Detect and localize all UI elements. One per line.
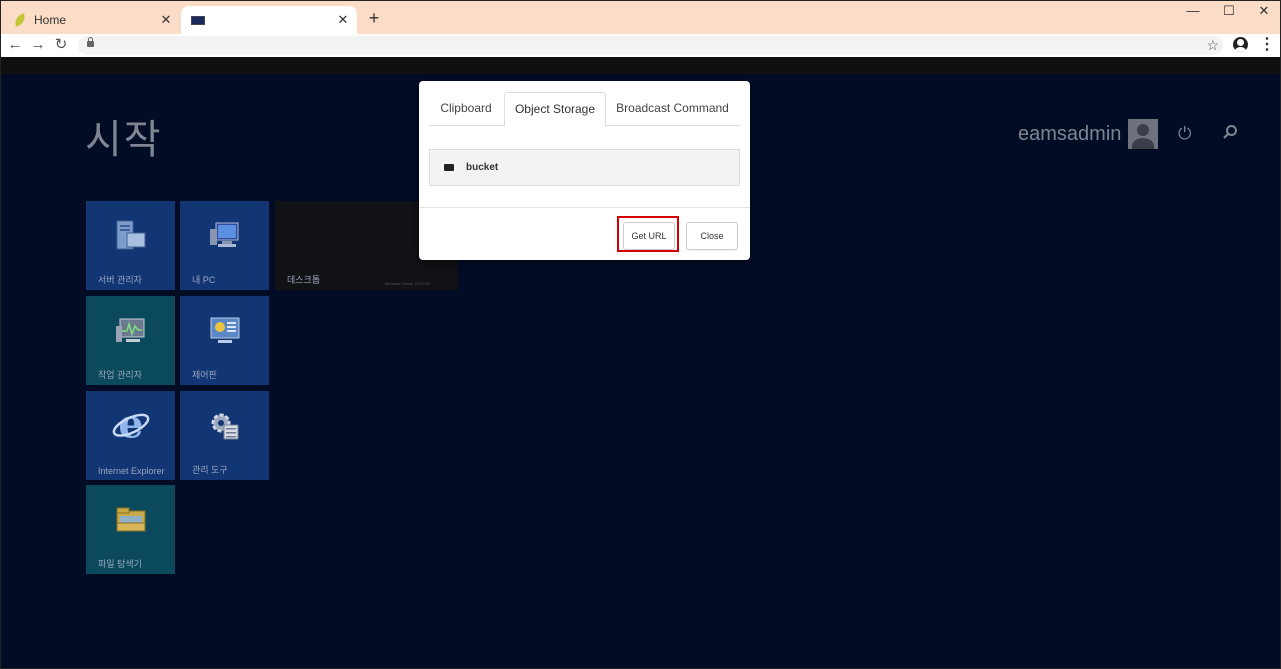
tile-label: 서버 관리자 bbox=[98, 275, 142, 285]
close-window-button[interactable]: ✕ bbox=[1246, 1, 1280, 21]
drive-icon bbox=[444, 164, 454, 171]
internet-explorer-icon: e bbox=[112, 403, 150, 445]
bookmark-star-icon[interactable]: ☆ bbox=[1206, 36, 1219, 55]
screen: Home ✕ ✕ + — ☐ ✕ ← → ↻ ☆ ⋮ 시작 eamsadmin … bbox=[0, 0, 1281, 669]
tile-my-pc[interactable]: 내 PC bbox=[180, 201, 269, 290]
close-icon[interactable]: ✕ bbox=[158, 12, 174, 28]
minimize-button[interactable]: — bbox=[1175, 1, 1211, 21]
tile-label: 데스크톱 bbox=[287, 275, 321, 285]
forward-button[interactable]: → bbox=[29, 36, 47, 54]
tile-control-panel[interactable]: 제어판 bbox=[180, 296, 269, 385]
close-icon[interactable]: ✕ bbox=[335, 12, 351, 28]
storage-dialog: Clipboard Object Storage Broadcast Comma… bbox=[419, 81, 750, 260]
lock-icon bbox=[87, 37, 94, 47]
monitor-icon bbox=[191, 13, 205, 27]
admin-tools-icon bbox=[211, 413, 239, 440]
maximize-button[interactable]: ☐ bbox=[1211, 1, 1247, 21]
back-button[interactable]: ← bbox=[6, 36, 24, 54]
tile-label: Internet Explorer bbox=[98, 466, 165, 476]
tile-internet-explorer[interactable]: e Internet Explorer bbox=[86, 391, 175, 480]
search-icon[interactable] bbox=[1222, 124, 1238, 140]
dialog-footer-divider bbox=[419, 207, 750, 208]
storage-bucket-item[interactable]: bucket bbox=[429, 149, 740, 186]
tab-broadcast-command[interactable]: Broadcast Command bbox=[609, 92, 736, 124]
computer-icon bbox=[210, 222, 239, 247]
tile-label: 제어판 bbox=[192, 370, 217, 380]
close-button[interactable]: Close bbox=[686, 222, 738, 250]
browser-tab-bar: Home ✕ ✕ + — ☐ ✕ bbox=[1, 1, 1280, 34]
tile-label: 내 PC bbox=[192, 275, 216, 285]
user-avatar-icon[interactable] bbox=[1128, 119, 1158, 149]
server-manager-icon bbox=[116, 220, 146, 250]
tab-label: Home bbox=[34, 13, 67, 27]
tab-clipboard[interactable]: Clipboard bbox=[429, 92, 503, 124]
tile-label: 파일 탐색기 bbox=[98, 559, 142, 569]
get-url-highlight-box bbox=[617, 216, 679, 252]
tile-task-manager[interactable]: 작업 관리자 bbox=[86, 296, 175, 385]
task-manager-icon bbox=[116, 318, 145, 342]
tile-label: 관리 도구 bbox=[192, 465, 228, 475]
browser-toolbar: ← → ↻ ☆ ⋮ bbox=[1, 34, 1280, 57]
windows-server-logo: Windows Server 2012 R2 bbox=[384, 281, 430, 286]
browser-tab-home[interactable]: Home ✕ bbox=[4, 6, 180, 34]
tile-label: 작업 관리자 bbox=[98, 370, 142, 380]
tile-admin-tools[interactable]: 관리 도구 bbox=[180, 391, 269, 480]
username[interactable]: eamsadmin bbox=[1018, 123, 1121, 146]
browser-tab-remote[interactable]: ✕ bbox=[181, 6, 357, 34]
tile-file-explorer[interactable]: 파일 탐색기 bbox=[86, 485, 175, 574]
reload-button[interactable]: ↻ bbox=[52, 36, 70, 54]
dialog-tab-bar: Clipboard Object Storage Broadcast Comma… bbox=[429, 92, 740, 127]
browser-menu-button[interactable]: ⋮ bbox=[1259, 36, 1275, 54]
svg-text:e: e bbox=[118, 403, 143, 445]
leaf-icon bbox=[12, 13, 28, 27]
bucket-name: bucket bbox=[466, 162, 499, 173]
power-icon[interactable]: ⏻ bbox=[1178, 124, 1191, 144]
profile-icon[interactable] bbox=[1233, 37, 1248, 52]
control-panel-icon bbox=[210, 317, 240, 343]
tab-object-storage[interactable]: Object Storage bbox=[504, 92, 606, 127]
file-explorer-icon bbox=[116, 507, 146, 532]
remote-session-top-strip bbox=[1, 57, 1280, 74]
address-bar[interactable]: ☆ bbox=[78, 36, 1223, 55]
start-title: 시작 bbox=[85, 118, 163, 162]
tile-server-manager[interactable]: 서버 관리자 bbox=[86, 201, 175, 290]
new-tab-button[interactable]: + bbox=[365, 8, 383, 28]
